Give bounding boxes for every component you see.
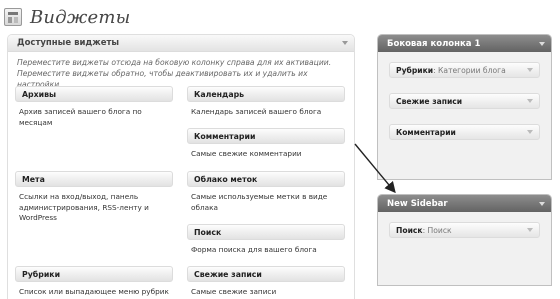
pointer-arrow-icon bbox=[354, 143, 396, 194]
